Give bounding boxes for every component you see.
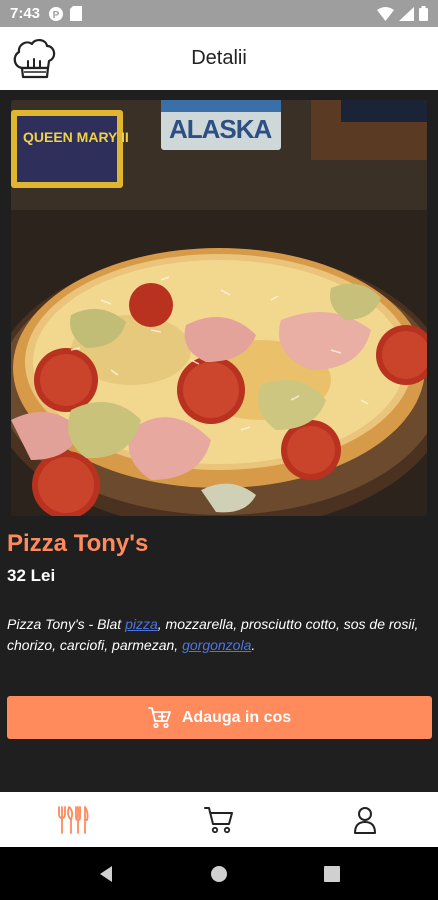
wifi-icon [377, 6, 394, 21]
back-icon[interactable] [98, 865, 114, 883]
add-to-cart-label: Adauga in cos [181, 708, 292, 726]
pizza-link[interactable]: pizza [125, 616, 158, 632]
cart-icon [204, 806, 233, 833]
product-description: Pizza Tony's - Blat pizza, mozzarella, p… [7, 614, 431, 656]
gorgonzola-link[interactable]: gorgonzola [182, 637, 251, 653]
plate-text-queen-mary: QUEEN MARY II [23, 129, 129, 145]
notification-p-icon: P [49, 6, 64, 21]
bottom-navigation [0, 792, 438, 847]
product-price: 32 Lei [7, 566, 56, 585]
add-to-cart-button[interactable]: Adauga in cos [7, 696, 432, 739]
system-navigation-bar [0, 847, 438, 900]
product-details: QUEEN MARY II ALASKA Pizza Tony's 32 Lei… [0, 90, 438, 792]
description-text: Pizza Tony's - Blat [7, 616, 126, 632]
product-name: Pizza Tony's [7, 530, 149, 557]
cutlery-icon [58, 805, 89, 834]
nav-profile[interactable] [325, 792, 405, 847]
battery-icon [419, 6, 428, 21]
user-icon [354, 806, 376, 834]
svg-text:P: P [53, 10, 60, 21]
sim-card-icon [70, 6, 83, 21]
page-title: Detalii [191, 47, 247, 69]
description-text: . [251, 637, 256, 653]
nav-cart[interactable] [179, 792, 259, 847]
plate-text-alaska: ALASKA [169, 114, 273, 144]
status-time: 7:43 [10, 5, 41, 22]
app-bar: Detalii [0, 27, 438, 90]
home-icon[interactable] [210, 865, 228, 883]
pizza-photo: QUEEN MARY II ALASKA [11, 100, 427, 516]
status-bar: 7:43 P [0, 0, 438, 27]
nav-menu[interactable] [33, 792, 113, 847]
recents-icon[interactable] [324, 865, 340, 882]
signal-icon [399, 6, 414, 21]
chef-hat-icon[interactable] [10, 34, 58, 82]
cart-plus-icon [147, 706, 171, 728]
